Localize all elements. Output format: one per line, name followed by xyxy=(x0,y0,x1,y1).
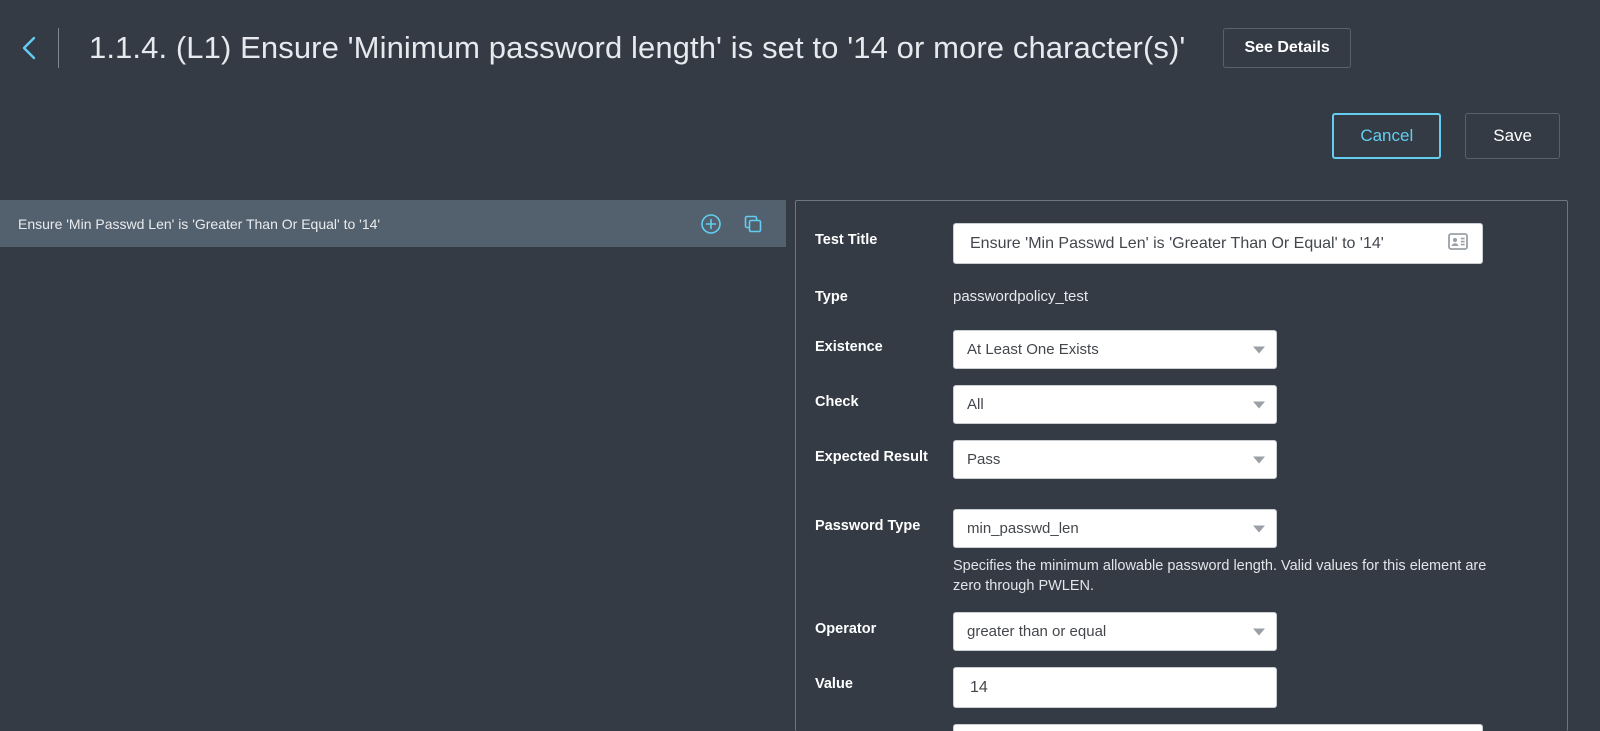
field-operator: Operator greater than or equal xyxy=(796,612,1567,651)
operator-label: Operator xyxy=(796,612,953,646)
test-detail-form: Test Title Ensure 'Min Passwd Len' is 'G… xyxy=(795,200,1568,731)
value-input[interactable]: 14 xyxy=(953,667,1277,708)
back-button[interactable] xyxy=(14,33,44,63)
operator-select[interactable]: greater than or equal xyxy=(953,612,1277,651)
plus-circle-icon[interactable] xyxy=(700,213,722,235)
field-type: Type passwordpolicy_test xyxy=(796,280,1567,314)
password-type-help-text: Specifies the minimum allowable password… xyxy=(953,556,1518,596)
field-test-title: Test Title Ensure 'Min Passwd Len' is 'G… xyxy=(796,223,1567,264)
field-password-type: Password Type min_passwd_len Specifies t… xyxy=(796,509,1567,596)
value-detail-label-text: Value Detail xyxy=(815,724,896,731)
operator-value: greater than or equal xyxy=(967,623,1106,640)
field-expected-result: Expected Result Pass xyxy=(796,440,1567,479)
cancel-button[interactable]: Cancel xyxy=(1332,113,1441,159)
chevron-down-icon xyxy=(1253,525,1265,532)
type-label: Type xyxy=(796,280,953,314)
value-label: Value xyxy=(796,667,953,701)
id-card-icon[interactable] xyxy=(1448,233,1468,255)
list-item-label: Ensure 'Min Passwd Len' is 'Greater Than… xyxy=(18,216,700,232)
test-title-value: Ensure 'Min Passwd Len' is 'Greater Than… xyxy=(970,235,1384,253)
field-existence: Existence At Least One Exists xyxy=(796,330,1567,369)
see-details-button[interactable]: See Details xyxy=(1223,28,1350,68)
existence-select[interactable]: At Least One Exists xyxy=(953,330,1277,369)
field-value: Value 14 xyxy=(796,667,1567,708)
check-label: Check xyxy=(796,385,953,419)
chevron-down-icon xyxy=(1253,401,1265,408)
test-title-input[interactable]: Ensure 'Min Passwd Len' is 'Greater Than… xyxy=(953,223,1483,264)
value-detail-input[interactable]: (L1) Ensure 'Minimum password length' is… xyxy=(953,724,1483,731)
copy-icon[interactable] xyxy=(742,213,764,235)
list-item[interactable]: Ensure 'Min Passwd Len' is 'Greater Than… xyxy=(0,200,786,247)
header-divider xyxy=(58,28,59,68)
expected-result-select[interactable]: Pass xyxy=(953,440,1277,479)
password-type-select[interactable]: min_passwd_len xyxy=(953,509,1277,548)
check-select[interactable]: All xyxy=(953,385,1277,424)
action-bar: Cancel Save xyxy=(1332,113,1560,159)
field-value-detail: Value Detail ? (L1) Ensure 'Minimum pass… xyxy=(796,724,1567,731)
chevron-left-icon xyxy=(20,34,38,62)
existence-value: At Least One Exists xyxy=(967,341,1099,358)
page-title: 1.1.4. (L1) Ensure 'Minimum password len… xyxy=(89,30,1185,66)
page-header: 1.1.4. (L1) Ensure 'Minimum password len… xyxy=(0,0,1600,96)
value-value: 14 xyxy=(970,679,988,697)
chevron-down-icon xyxy=(1253,628,1265,635)
field-check: Check All xyxy=(796,385,1567,424)
chevron-down-icon xyxy=(1253,346,1265,353)
chevron-down-icon xyxy=(1253,456,1265,463)
expected-result-value: Pass xyxy=(967,451,1000,468)
type-value: passwordpolicy_test xyxy=(953,280,1567,314)
test-title-label: Test Title xyxy=(796,223,953,257)
form-spacer xyxy=(796,495,1567,509)
save-button[interactable]: Save xyxy=(1465,113,1560,159)
value-detail-label: Value Detail ? xyxy=(796,724,953,731)
test-list-panel: Ensure 'Min Passwd Len' is 'Greater Than… xyxy=(0,200,786,731)
expected-result-label: Expected Result xyxy=(796,440,953,474)
check-value: All xyxy=(967,396,984,413)
password-type-label: Password Type xyxy=(796,509,953,543)
password-type-value: min_passwd_len xyxy=(967,520,1079,537)
list-item-actions xyxy=(700,213,786,235)
app-root: 1.1.4. (L1) Ensure 'Minimum password len… xyxy=(0,0,1600,731)
existence-label: Existence xyxy=(796,330,953,364)
